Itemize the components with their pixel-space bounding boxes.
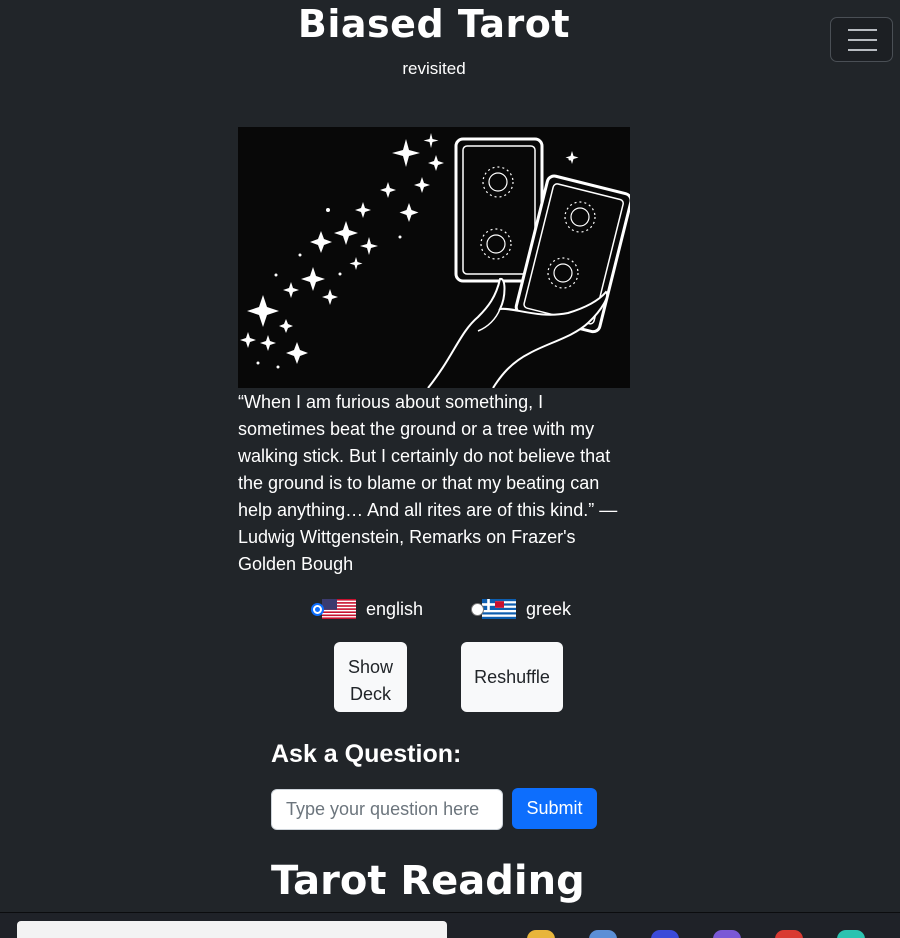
app-icon[interactable] bbox=[837, 930, 865, 938]
page-title: Biased Tarot bbox=[297, 2, 571, 46]
file-explorer-icon[interactable] bbox=[527, 930, 555, 938]
os-taskbar bbox=[0, 912, 900, 938]
app-icon[interactable] bbox=[589, 930, 617, 938]
language-option-greek[interactable]: greek bbox=[471, 597, 571, 621]
show-deck-button[interactable]: Show Deck bbox=[334, 642, 407, 712]
tarot-reading-heading: Tarot Reading bbox=[271, 858, 585, 904]
show-deck-label-line2: Deck bbox=[349, 684, 391, 704]
wittgenstein-quote: “When I am furious about something, I so… bbox=[238, 392, 618, 574]
english-radio[interactable] bbox=[311, 602, 324, 616]
hero-image bbox=[238, 127, 630, 388]
tarot-cards-hand-illustration bbox=[240, 133, 630, 388]
app-icon[interactable] bbox=[713, 930, 741, 938]
app-icon[interactable] bbox=[651, 930, 679, 938]
greek-radio[interactable] bbox=[471, 602, 484, 616]
ask-question-label: Ask a Question: bbox=[271, 740, 462, 768]
taskbar-search-box[interactable] bbox=[17, 921, 447, 938]
us-flag-icon bbox=[322, 599, 356, 619]
language-option-english[interactable]: english bbox=[311, 597, 423, 621]
hamburger-menu-button[interactable] bbox=[830, 17, 893, 62]
page-subtitle: revisited bbox=[402, 59, 466, 78]
app-icon[interactable] bbox=[775, 930, 803, 938]
greek-flag-icon bbox=[482, 599, 516, 619]
hamburger-menu-icon-bar bbox=[848, 49, 877, 51]
hamburger-menu-icon-bar bbox=[848, 39, 877, 41]
english-label: english bbox=[366, 598, 424, 619]
show-deck-label-line1: Show bbox=[347, 657, 394, 677]
question-input[interactable] bbox=[271, 789, 503, 830]
hamburger-menu-icon bbox=[848, 29, 877, 31]
greek-label: greek bbox=[526, 598, 572, 619]
reshuffle-button[interactable]: Reshuffle bbox=[461, 642, 563, 712]
submit-button[interactable]: Submit bbox=[512, 788, 597, 829]
